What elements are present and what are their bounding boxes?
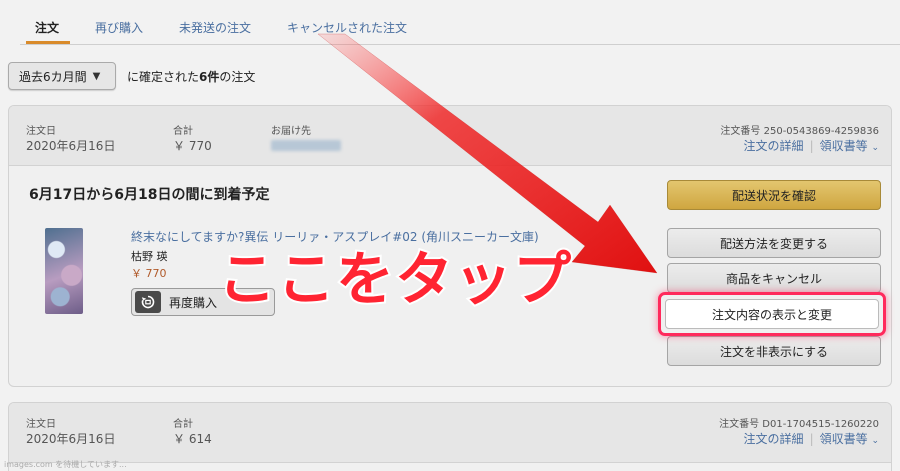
overlay-caption: ここをタップ: [216, 243, 573, 315]
